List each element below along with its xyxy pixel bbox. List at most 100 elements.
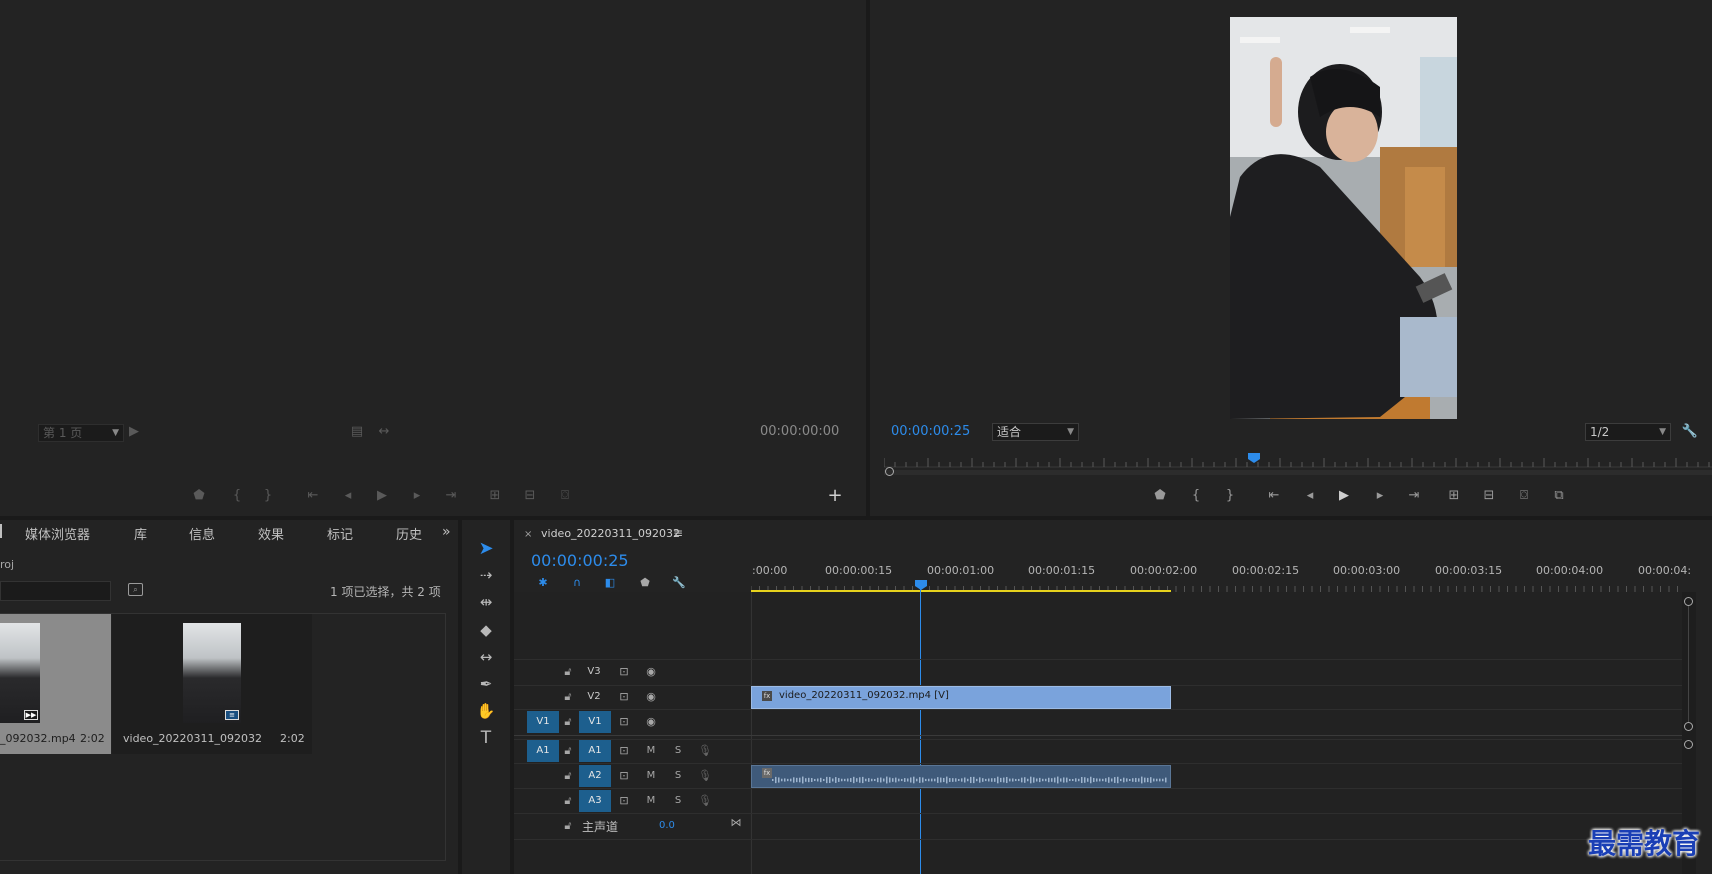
extract-icon[interactable]: ⊟ bbox=[1479, 488, 1499, 504]
close-sequence-icon[interactable]: × bbox=[524, 529, 532, 540]
lock-icon[interactable]: 🔓︎ bbox=[561, 769, 575, 783]
ruler-start-handle-icon[interactable] bbox=[885, 467, 894, 476]
mark-in-icon[interactable]: { bbox=[227, 488, 247, 504]
sync-lock-icon[interactable]: ⊡ bbox=[617, 690, 631, 704]
tab-media-browser[interactable]: 媒体浏览器 bbox=[25, 524, 90, 543]
eye-icon[interactable]: ◉ bbox=[644, 665, 658, 679]
eye-icon[interactable]: ◉ bbox=[644, 690, 658, 704]
sync-lock-icon[interactable]: ⊡ bbox=[617, 769, 631, 783]
compare-icon[interactable]: ⧉ bbox=[1549, 488, 1569, 504]
track-a3[interactable]: A3 bbox=[579, 790, 611, 812]
timeline-timecode[interactable]: 00:00:00:25 bbox=[531, 551, 629, 570]
step-forward-icon[interactable]: ▸ bbox=[1370, 488, 1390, 504]
scroll-handle-bottom-icon[interactable] bbox=[1684, 740, 1693, 749]
split-icon[interactable]: ↔ bbox=[374, 424, 394, 440]
step-forward-icon[interactable]: ▸ bbox=[407, 488, 427, 504]
add-button-icon[interactable]: + bbox=[825, 487, 845, 505]
project-item[interactable]: ≡ video_20220311_092032 2:02 bbox=[112, 614, 312, 754]
work-area-bar[interactable] bbox=[751, 590, 1171, 592]
project-search-input[interactable] bbox=[0, 581, 111, 601]
step-back-icon[interactable]: ◂ bbox=[338, 488, 358, 504]
eye-icon[interactable]: ◉ bbox=[644, 715, 658, 729]
lock-icon[interactable]: 🔓︎ bbox=[561, 794, 575, 808]
solo-button[interactable]: S bbox=[671, 794, 685, 808]
sync-lock-icon[interactable]: ⊡ bbox=[617, 715, 631, 729]
more-tabs-icon[interactable]: » bbox=[442, 524, 451, 540]
go-to-out-icon[interactable]: ⇥ bbox=[1404, 488, 1424, 504]
tab-effects[interactable]: 效果 bbox=[258, 524, 284, 543]
selection-tool-icon[interactable]: ➤ bbox=[474, 538, 498, 560]
overwrite-icon[interactable]: ⊟ bbox=[520, 488, 540, 504]
pen-tool-icon[interactable]: ✒ bbox=[474, 673, 498, 695]
add-marker-icon[interactable]: ⬟ bbox=[638, 576, 652, 590]
track-v1[interactable]: V1 bbox=[579, 711, 611, 733]
step-back-icon[interactable]: ◂ bbox=[1300, 488, 1320, 504]
page-selector[interactable]: 第 1 页 ▼ bbox=[38, 424, 124, 442]
type-tool-icon[interactable]: T bbox=[474, 727, 498, 749]
find-icon[interactable]: ⌕ bbox=[128, 583, 143, 596]
nest-icon[interactable]: ✱ bbox=[536, 576, 550, 590]
wrench-icon[interactable]: 🔧 bbox=[1680, 424, 1700, 440]
razor-tool-icon[interactable]: ◆ bbox=[474, 619, 498, 641]
layout-icon[interactable]: ▤ bbox=[347, 424, 367, 440]
microphone-icon[interactable]: 🎙︎ bbox=[698, 794, 712, 808]
project-tab-edge[interactable] bbox=[0, 524, 6, 538]
source-patch-a1[interactable]: A1 bbox=[527, 740, 559, 762]
sync-lock-icon[interactable]: ⊡ bbox=[617, 744, 631, 758]
mark-out-icon[interactable]: } bbox=[1220, 488, 1240, 504]
linked-selection-icon[interactable]: ◧ bbox=[603, 576, 617, 590]
ripple-edit-tool-icon[interactable]: ⇹ bbox=[474, 591, 498, 613]
play-page-icon[interactable]: ▶ bbox=[124, 424, 144, 440]
lift-icon[interactable]: ⊞ bbox=[1444, 488, 1464, 504]
go-to-in-icon[interactable]: ⇤ bbox=[1264, 488, 1284, 504]
track-v3[interactable]: V3 bbox=[579, 661, 609, 683]
sync-lock-icon[interactable]: ⊡ bbox=[617, 665, 631, 679]
tab-info[interactable]: 信息 bbox=[189, 524, 215, 543]
lock-icon[interactable]: 🔓︎ bbox=[561, 690, 575, 704]
track-v2[interactable]: V2 bbox=[579, 686, 609, 708]
program-ruler[interactable] bbox=[883, 453, 1712, 475]
play-icon[interactable]: ▶ bbox=[1334, 488, 1354, 504]
master-volume[interactable]: 0.0 bbox=[659, 820, 675, 831]
sequence-tab[interactable]: video_20220311_092032 bbox=[541, 527, 680, 540]
play-icon[interactable]: ▶ bbox=[372, 488, 392, 504]
scroll-handle-top-icon[interactable] bbox=[1684, 597, 1693, 606]
solo-button[interactable]: S bbox=[671, 744, 685, 758]
lock-icon[interactable]: 🔓︎ bbox=[561, 819, 575, 833]
mark-in-icon[interactable]: { bbox=[1186, 488, 1206, 504]
insert-icon[interactable]: ⊞ bbox=[485, 488, 505, 504]
sequence-menu-icon[interactable]: ≡ bbox=[673, 526, 683, 540]
track-a2[interactable]: A2 bbox=[579, 765, 611, 787]
fit-dropdown[interactable]: 适合 ▼ bbox=[992, 423, 1079, 441]
audio-clip[interactable]: fx bbox=[751, 765, 1171, 788]
mute-button[interactable]: M bbox=[644, 794, 658, 808]
mute-button[interactable]: M bbox=[644, 769, 658, 783]
microphone-icon[interactable]: 🎙︎ bbox=[698, 769, 712, 783]
video-clip[interactable]: fx video_20220311_092032.mp4 [V] bbox=[751, 686, 1171, 709]
solo-button[interactable]: S bbox=[671, 769, 685, 783]
mark-out-icon[interactable]: } bbox=[258, 488, 278, 504]
slip-tool-icon[interactable]: ↔ bbox=[474, 646, 498, 668]
go-to-out-icon[interactable]: ⇥ bbox=[441, 488, 461, 504]
source-patch-v1[interactable]: V1 bbox=[527, 711, 559, 733]
lock-icon[interactable]: 🔓︎ bbox=[561, 665, 575, 679]
scroll-handle-mid-icon[interactable] bbox=[1684, 722, 1693, 731]
snap-icon[interactable]: ∩ bbox=[570, 576, 584, 590]
sync-lock-icon[interactable]: ⊡ bbox=[617, 794, 631, 808]
add-marker-icon[interactable]: ⬟ bbox=[1150, 488, 1170, 504]
camera-icon[interactable]: ⌼ bbox=[1514, 488, 1534, 504]
track-a1[interactable]: A1 bbox=[579, 740, 611, 762]
wrench-icon[interactable]: 🔧 bbox=[672, 576, 686, 590]
microphone-icon[interactable]: 🎙︎ bbox=[698, 744, 712, 758]
add-marker-icon[interactable]: ⬟ bbox=[189, 488, 209, 504]
resolution-dropdown[interactable]: 1/2 ▼ bbox=[1585, 423, 1671, 441]
tab-markers[interactable]: 标记 bbox=[327, 524, 353, 543]
track-select-tool-icon[interactable]: ⇢ bbox=[474, 564, 498, 586]
lock-icon[interactable]: 🔓︎ bbox=[561, 715, 575, 729]
hand-tool-icon[interactable]: ✋ bbox=[474, 700, 498, 722]
project-item-selected[interactable]: ▶▶ _092032.mp4 2:02 bbox=[0, 614, 111, 754]
program-timecode[interactable]: 00:00:00:25 bbox=[891, 424, 970, 439]
tab-history[interactable]: 历史 bbox=[396, 524, 422, 543]
go-to-in-icon[interactable]: ⇤ bbox=[303, 488, 323, 504]
lock-icon[interactable]: 🔓︎ bbox=[561, 744, 575, 758]
